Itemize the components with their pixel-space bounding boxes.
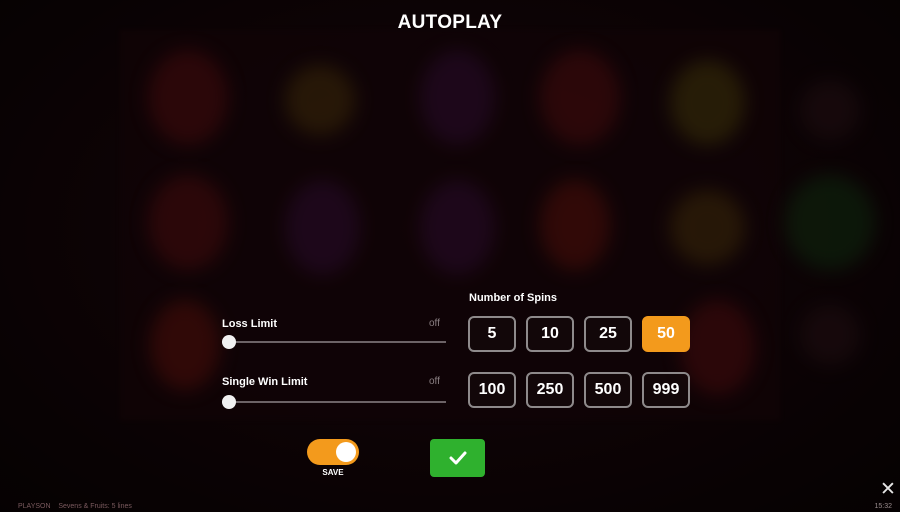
save-label: SAVE — [322, 468, 344, 477]
spins-option-100[interactable]: 100 — [468, 372, 516, 408]
check-icon — [449, 451, 466, 465]
provider-logo: PLAYSON — [18, 503, 51, 510]
spins-option-10[interactable]: 10 — [526, 316, 574, 352]
spins-option-999[interactable]: 999 — [642, 372, 690, 408]
spins-option-500[interactable]: 500 — [584, 372, 632, 408]
save-toggle[interactable] — [307, 439, 359, 465]
single-win-limit-state: off — [429, 376, 440, 387]
number-of-spins-label: Number of Spins — [469, 292, 558, 304]
single-win-limit-label: Single Win Limit — [222, 376, 308, 388]
single-win-limit-slider[interactable] — [222, 395, 446, 409]
autoplay-title: AUTOPLAY — [397, 12, 503, 33]
confirm-button[interactable] — [430, 439, 485, 477]
loss-limit-label: Loss Limit — [222, 318, 278, 330]
clock: 15:32 — [874, 503, 892, 510]
spins-option-25[interactable]: 25 — [584, 316, 632, 352]
loss-limit-slider[interactable] — [222, 335, 446, 349]
slider-thumb[interactable] — [222, 395, 236, 409]
spins-option-50[interactable]: 50 — [642, 316, 690, 352]
close-icon[interactable]: ✕ — [880, 480, 896, 499]
loss-limit-state: off — [429, 318, 440, 329]
slider-track — [222, 401, 446, 403]
game-background — [0, 0, 900, 512]
game-footer: PLAYSON Sevens & Fruits: 5 lines — [18, 503, 132, 510]
slider-track — [222, 341, 446, 343]
spins-option-5[interactable]: 5 — [468, 316, 516, 352]
spins-option-250[interactable]: 250 — [526, 372, 574, 408]
dim-overlay — [0, 0, 900, 512]
toggle-knob — [336, 442, 356, 462]
game-name: Sevens & Fruits: 5 lines — [58, 503, 132, 510]
slider-thumb[interactable] — [222, 335, 236, 349]
